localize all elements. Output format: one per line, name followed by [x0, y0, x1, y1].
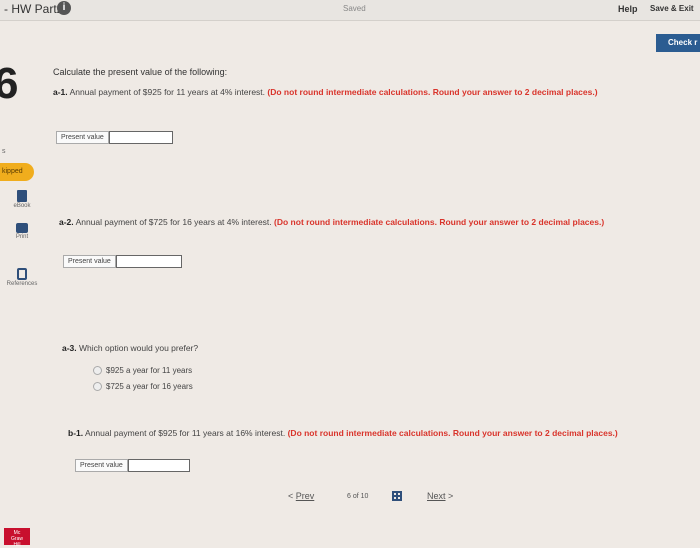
radio-button[interactable]	[93, 382, 102, 391]
part-a1-body: Annual payment of $925 for 11 years at 4…	[69, 87, 266, 97]
next-button[interactable]: Next >	[427, 491, 453, 501]
references-label: References	[6, 281, 38, 287]
page-of: of	[352, 493, 359, 500]
print-label: Print	[15, 234, 29, 240]
part-a3-text: a-3. Which option would you prefer?	[62, 343, 198, 354]
references-icon	[17, 268, 27, 280]
info-icon[interactable]: i	[57, 1, 71, 15]
references-tool[interactable]: References	[2, 268, 42, 287]
part-a2-answer: Present value	[63, 255, 182, 268]
option-725-16-years[interactable]: $725 a year for 16 years	[93, 382, 193, 391]
chevron-left-icon: <	[288, 491, 294, 501]
save-exit-button[interactable]: Save & Exit	[650, 4, 694, 13]
option-925-11-years[interactable]: $925 a year for 11 years	[93, 366, 192, 375]
present-value-label: Present value	[63, 255, 116, 268]
part-b1-body: Annual payment of $925 for 11 years at 1…	[85, 428, 286, 438]
left-rail: 6 s kipped eBook Print References Mc Graw…	[0, 20, 48, 548]
page-total: 10	[360, 493, 369, 500]
question-number: 6	[0, 59, 19, 108]
present-value-label: Present value	[56, 131, 109, 144]
question-intro: Calculate the present value of the follo…	[53, 67, 228, 77]
part-a2-label: a-2.	[59, 217, 74, 227]
part-b1-warning: (Do not round intermediate calculations.…	[287, 428, 618, 438]
ebook-tool[interactable]: eBook	[2, 190, 42, 209]
skipped-badge: kipped	[0, 163, 34, 181]
radio-button[interactable]	[93, 366, 102, 375]
book-icon	[17, 190, 27, 202]
option-label: $725 a year for 16 years	[106, 382, 193, 391]
ebook-label: eBook	[13, 203, 31, 209]
rail-status-letter: s	[2, 148, 6, 155]
part-a1-text: a-1. Annual payment of $925 for 11 years…	[53, 87, 663, 98]
assignment-title: - HW Part2	[4, 2, 64, 16]
part-b1-text: b-1. Annual payment of $925 for 11 years…	[68, 428, 668, 439]
part-a3-label: a-3.	[62, 343, 77, 353]
part-b1-answer: Present value	[75, 459, 190, 472]
part-a3-body: Which option would you prefer?	[79, 343, 199, 353]
part-a1-label: a-1.	[53, 87, 68, 97]
question-content: Calculate the present value of the follo…	[50, 20, 700, 525]
page-indicator: 6 of 10	[347, 493, 368, 500]
part-a1-warning: (Do not round intermediate calculations.…	[267, 87, 598, 97]
prev-button[interactable]: < Prev	[288, 491, 314, 501]
grid-icon[interactable]	[392, 491, 402, 501]
present-value-input-b1[interactable]	[127, 459, 190, 472]
publisher-logo: Mc Graw Hill	[4, 528, 30, 548]
prev-label: Prev	[295, 491, 315, 501]
help-link[interactable]: Help	[618, 4, 638, 14]
present-value-label: Present value	[75, 459, 128, 472]
present-value-input-a1[interactable]	[108, 131, 173, 144]
part-a2-body: Annual payment of $725 for 16 years at 4…	[75, 217, 272, 227]
part-a1-answer: Present value	[56, 131, 173, 144]
print-tool[interactable]: Print	[2, 223, 42, 240]
part-a2-text: a-2. Annual payment of $725 for 16 years…	[59, 217, 659, 228]
part-a2-warning: (Do not round intermediate calculations.…	[274, 217, 605, 227]
part-b1-label: b-1.	[68, 428, 84, 438]
page-current: 6	[347, 493, 351, 500]
top-bar: - HW Part2 i Saved Help Save & Exit	[0, 0, 700, 21]
option-label: $925 a year for 11 years	[106, 366, 193, 375]
chevron-right-icon: >	[448, 491, 454, 501]
present-value-input-a2[interactable]	[115, 255, 182, 268]
next-label: Next	[427, 491, 446, 501]
printer-icon	[16, 223, 28, 233]
saved-status: Saved	[343, 4, 366, 13]
